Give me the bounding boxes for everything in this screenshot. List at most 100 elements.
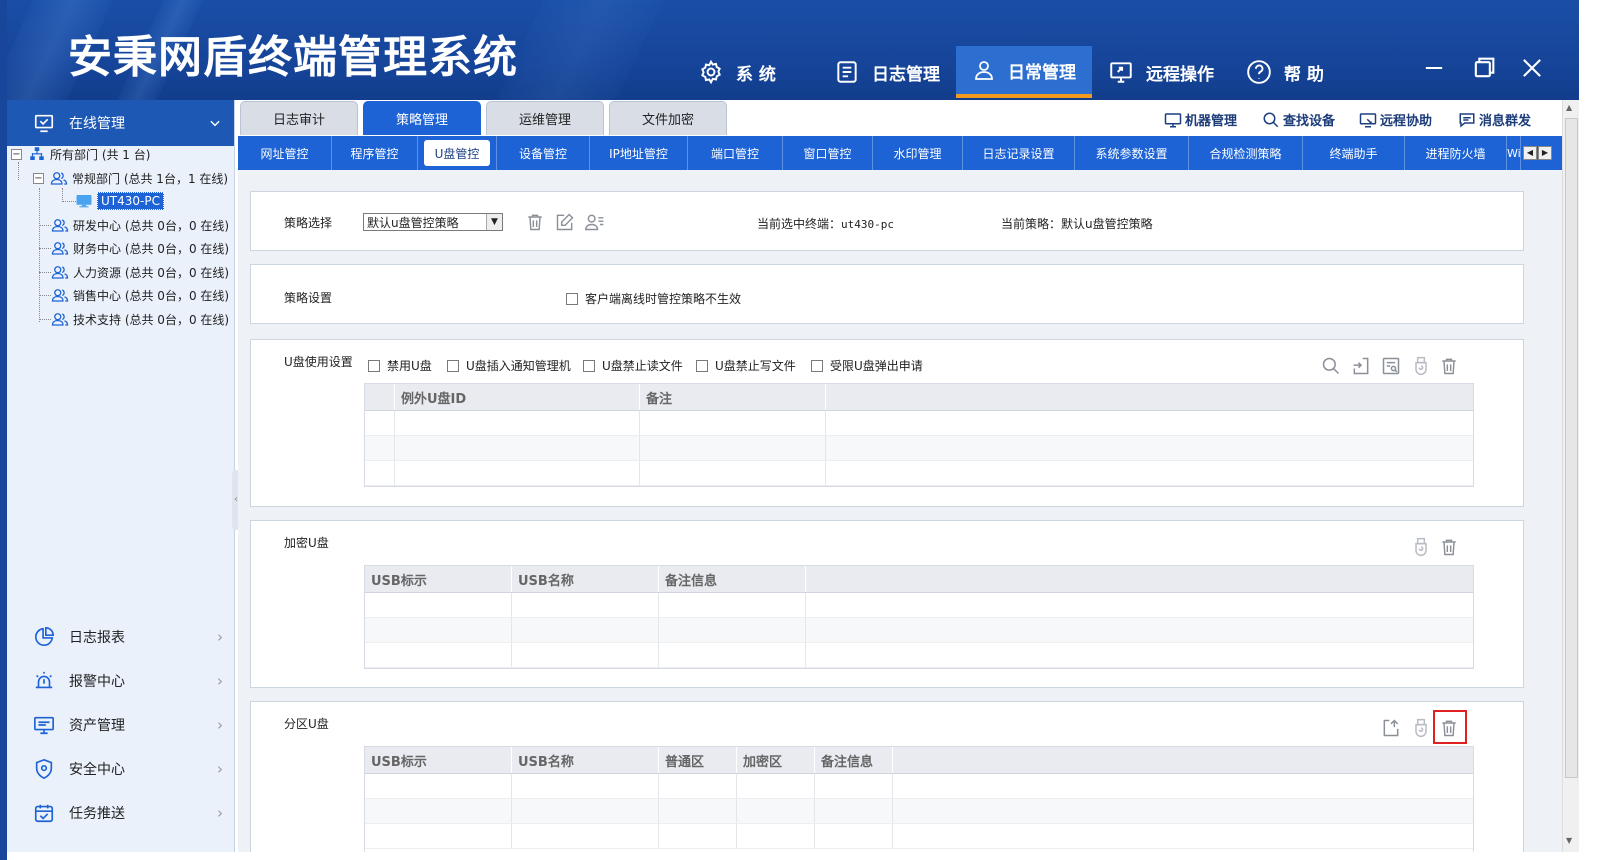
- collapse-toggle[interactable]: −: [33, 172, 44, 184]
- pie-chart-icon: [34, 627, 54, 647]
- sidebar-item-alarm-center[interactable]: 报警中心 ›: [7, 661, 235, 701]
- table-row[interactable]: [365, 411, 1473, 436]
- subnav-window-control[interactable]: 窗口管控: [783, 136, 873, 170]
- tree-node-ut430-pc[interactable]: UT430-PC: [75, 191, 164, 211]
- column-header[interactable]: USB名称: [512, 747, 659, 773]
- tree-group[interactable]: 人力资源 (总共 0台，0 在线): [51, 262, 229, 282]
- close-icon[interactable]: [1518, 54, 1546, 82]
- nav-log-management[interactable]: 日志管理: [834, 46, 940, 98]
- nav-remote-operation[interactable]: 远程操作: [1108, 46, 1214, 98]
- column-header[interactable]: 备注: [640, 384, 826, 410]
- tree-group[interactable]: 技术支持 (总共 0台，0 在线): [51, 309, 229, 329]
- subnav-program-control[interactable]: 程序管控: [332, 136, 418, 170]
- main-area: 日志审计 策略管理 运维管理 文件加密 机器管理 查找设备 远程协助 消息群发 …: [238, 100, 1562, 852]
- table-row[interactable]: [365, 618, 1473, 643]
- scroll-up-button[interactable]: ▲: [1566, 103, 1572, 112]
- table-row[interactable]: [365, 824, 1473, 849]
- tab-ops-management[interactable]: 运维管理: [486, 101, 604, 135]
- partition-usb-panel: 分区U盘 USB标示 USB名称 普通区 加密区 备注信息: [250, 701, 1524, 852]
- subnav-log-settings[interactable]: 日志记录设置: [963, 136, 1075, 170]
- tab-file-encryption[interactable]: 文件加密: [609, 101, 727, 135]
- assign-policy-button[interactable]: [585, 212, 605, 232]
- tree-group[interactable]: 财务中心 (总共 0台，0 在线): [51, 238, 229, 258]
- column-header[interactable]: USB标示: [365, 747, 512, 773]
- subnav-url-control[interactable]: 网址管控: [238, 136, 332, 170]
- table-row[interactable]: [365, 643, 1473, 668]
- scrollbar-thumb[interactable]: [1565, 118, 1578, 778]
- column-header[interactable]: USB标示: [365, 566, 512, 592]
- usb-insert-notify-checkbox[interactable]: U盘插入通知管理机: [447, 357, 571, 374]
- collapse-toggle[interactable]: −: [11, 148, 22, 160]
- subnav-ip-control[interactable]: IP地址管控: [590, 136, 688, 170]
- usb-no-write-checkbox[interactable]: U盘禁止写文件: [696, 357, 796, 374]
- search-button[interactable]: [1321, 356, 1341, 376]
- broadcast-message-button[interactable]: 消息群发: [1458, 110, 1531, 129]
- column-header[interactable]: 例外U盘ID: [395, 384, 640, 410]
- checkbox-box[interactable]: [583, 359, 595, 372]
- nav-help[interactable]: 帮 助: [1246, 46, 1324, 98]
- nav-system[interactable]: 系 统: [698, 46, 776, 98]
- subnav-process-firewall[interactable]: 进程防火墙: [1405, 136, 1507, 170]
- tab-policy-management[interactable]: 策略管理: [363, 101, 481, 135]
- export-button[interactable]: [1381, 718, 1401, 738]
- online-management-header[interactable]: 在线管理: [7, 100, 234, 146]
- delete-button[interactable]: [1439, 356, 1459, 376]
- subnav-watermark[interactable]: 水印管理: [873, 136, 963, 170]
- subnav-compliance[interactable]: 合规检测策略: [1189, 136, 1303, 170]
- subnav-system-params[interactable]: 系统参数设置: [1075, 136, 1189, 170]
- remote-assist-button[interactable]: 远程协助: [1359, 110, 1432, 129]
- table-row[interactable]: [365, 461, 1473, 486]
- import-button[interactable]: [1351, 356, 1371, 376]
- usb-refresh-button[interactable]: [1411, 718, 1431, 738]
- scroll-left-button[interactable]: ◀: [1523, 146, 1537, 160]
- subnav-usb-control[interactable]: U盘管控: [424, 140, 490, 166]
- nav-daily-management[interactable]: 日常管理: [956, 46, 1092, 98]
- subnav-wifi[interactable]: Wif: [1507, 136, 1521, 170]
- usb-refresh-button[interactable]: [1411, 356, 1431, 376]
- minimize-icon[interactable]: [1420, 54, 1448, 82]
- column-header[interactable]: 加密区: [737, 747, 815, 773]
- usb-refresh-button[interactable]: [1411, 537, 1431, 557]
- scroll-down-button[interactable]: ▼: [1566, 836, 1572, 845]
- table-row[interactable]: [365, 774, 1473, 799]
- usb-no-read-checkbox[interactable]: U盘禁止读文件: [583, 357, 683, 374]
- checkbox-box[interactable]: [566, 292, 578, 305]
- table-row[interactable]: [365, 436, 1473, 461]
- find-device-button[interactable]: 查找设备: [1262, 110, 1335, 129]
- vertical-scrollbar[interactable]: ▲ ▼: [1562, 100, 1579, 852]
- sidebar-item-task-push[interactable]: 任务推送 ›: [7, 793, 235, 833]
- sidebar-item-asset-management[interactable]: 资产管理 ›: [7, 705, 235, 745]
- checkbox-box[interactable]: [811, 359, 823, 372]
- tab-log-audit[interactable]: 日志审计: [240, 101, 358, 135]
- tree-root[interactable]: − 所有部门 (共 1 台): [11, 144, 150, 164]
- column-header[interactable]: USB名称: [512, 566, 659, 592]
- sidebar-item-log-report[interactable]: 日志报表 ›: [7, 617, 235, 657]
- offline-policy-checkbox[interactable]: 客户端离线时管控策略不生效: [566, 290, 741, 307]
- column-header[interactable]: 普通区: [659, 747, 737, 773]
- sidebar-item-security-center[interactable]: 安全中心 ›: [7, 749, 235, 789]
- column-header[interactable]: 备注信息: [815, 747, 893, 773]
- restore-icon[interactable]: [1470, 54, 1498, 82]
- view-log-button[interactable]: [1381, 356, 1401, 376]
- machine-management-button[interactable]: 机器管理: [1164, 110, 1237, 129]
- table-row[interactable]: [365, 799, 1473, 824]
- subnav-terminal-assistant[interactable]: 终端助手: [1303, 136, 1405, 170]
- checkbox-box[interactable]: [696, 359, 708, 372]
- disable-usb-checkbox[interactable]: 禁用U盘: [368, 357, 432, 374]
- tree-group[interactable]: 研发中心 (总共 0台，0 在线): [51, 215, 229, 235]
- checkbox-box[interactable]: [368, 359, 380, 372]
- delete-button[interactable]: [1439, 537, 1459, 557]
- subnav-device-control[interactable]: 设备管控: [496, 136, 590, 170]
- tree-group[interactable]: 销售中心 (总共 0台，0 在线): [51, 285, 229, 305]
- checkbox-box[interactable]: [447, 359, 459, 372]
- scroll-right-button[interactable]: ▶: [1538, 146, 1552, 160]
- usb-restricted-popup-checkbox[interactable]: 受限U盘弹出申请: [811, 357, 923, 374]
- policy-dropdown[interactable]: 默认u盘管控策略 ▼: [363, 213, 503, 231]
- table-row[interactable]: [365, 593, 1473, 618]
- subnav-port-control[interactable]: 端口管控: [688, 136, 783, 170]
- tool-label: 查找设备: [1283, 114, 1336, 129]
- tree-group[interactable]: − 常规部门 (总共 1台，1 在线): [33, 168, 228, 188]
- edit-policy-button[interactable]: [555, 212, 575, 232]
- column-header[interactable]: 备注信息: [659, 566, 806, 592]
- delete-policy-button[interactable]: [525, 212, 545, 232]
